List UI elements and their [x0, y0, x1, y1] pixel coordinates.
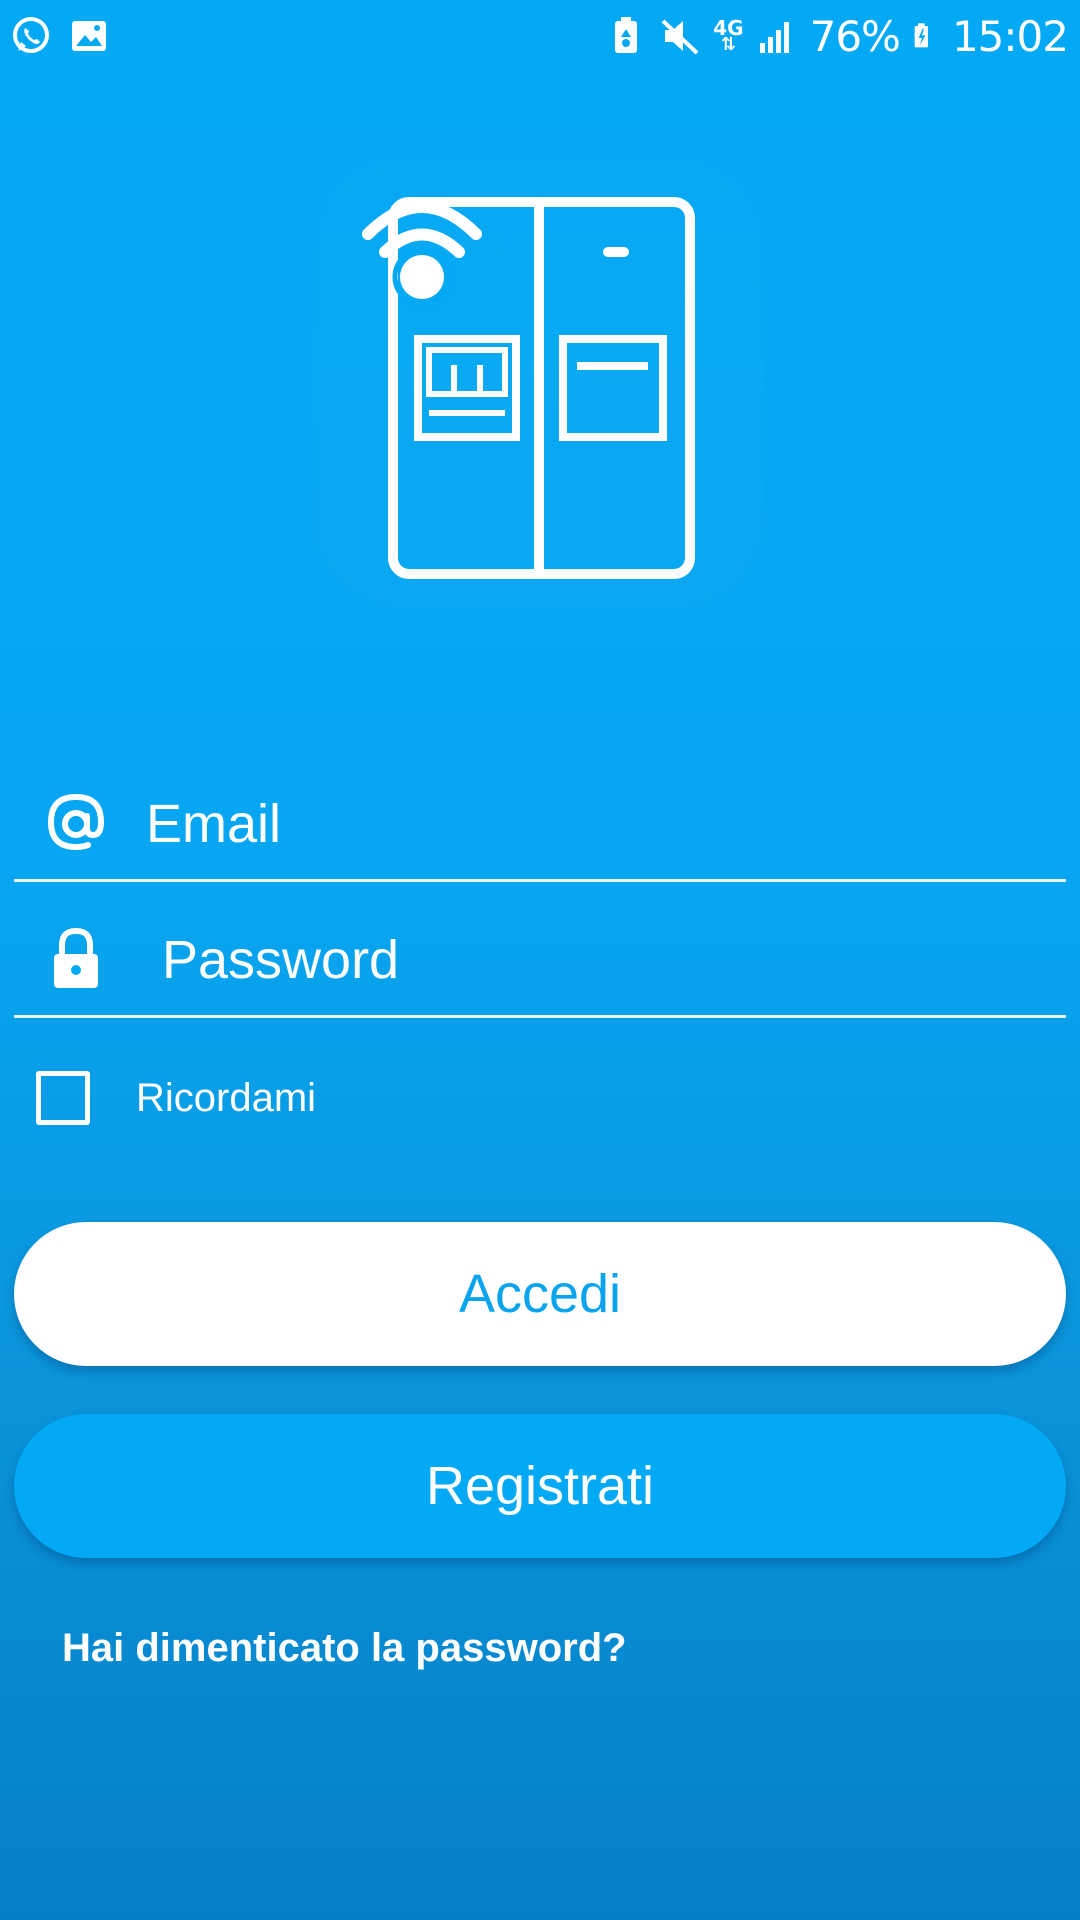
- register-button[interactable]: Registrati: [14, 1414, 1066, 1558]
- app-logo: [313, 157, 765, 609]
- clock: 15:02: [951, 11, 1069, 61]
- login-button[interactable]: Accedi: [14, 1222, 1066, 1366]
- remember-checkbox[interactable]: [36, 1071, 90, 1125]
- status-right: 4G ⇅ 76% 15:02: [593, 11, 1069, 61]
- battery-percent: 76%: [809, 11, 901, 61]
- signal-icon: [759, 22, 789, 53]
- remember-me[interactable]: Ricordami: [36, 1070, 316, 1126]
- email-field[interactable]: [14, 770, 1066, 882]
- at-icon: [47, 793, 105, 851]
- gallery-icon: [72, 21, 106, 51]
- whatsapp-icon: [13, 17, 49, 53]
- status-bar: 4G ⇅ 76% 15:02: [0, 0, 1080, 72]
- battery-charging-icon: [914, 23, 928, 48]
- lock-icon: [54, 927, 98, 988]
- password-input[interactable]: [162, 906, 1042, 1014]
- forgot-password-link[interactable]: Hai dimenticato la password?: [62, 1626, 627, 1671]
- status-left: [10, 15, 126, 57]
- email-input[interactable]: [146, 770, 1026, 878]
- battery-saver-icon: [615, 17, 638, 53]
- remember-label: Ricordami: [136, 1075, 317, 1120]
- password-field[interactable]: [14, 906, 1066, 1018]
- network-icon: 4G ⇅: [713, 16, 744, 55]
- mute-icon: [661, 19, 699, 55]
- smart-fridge-wifi-logo: [362, 197, 695, 579]
